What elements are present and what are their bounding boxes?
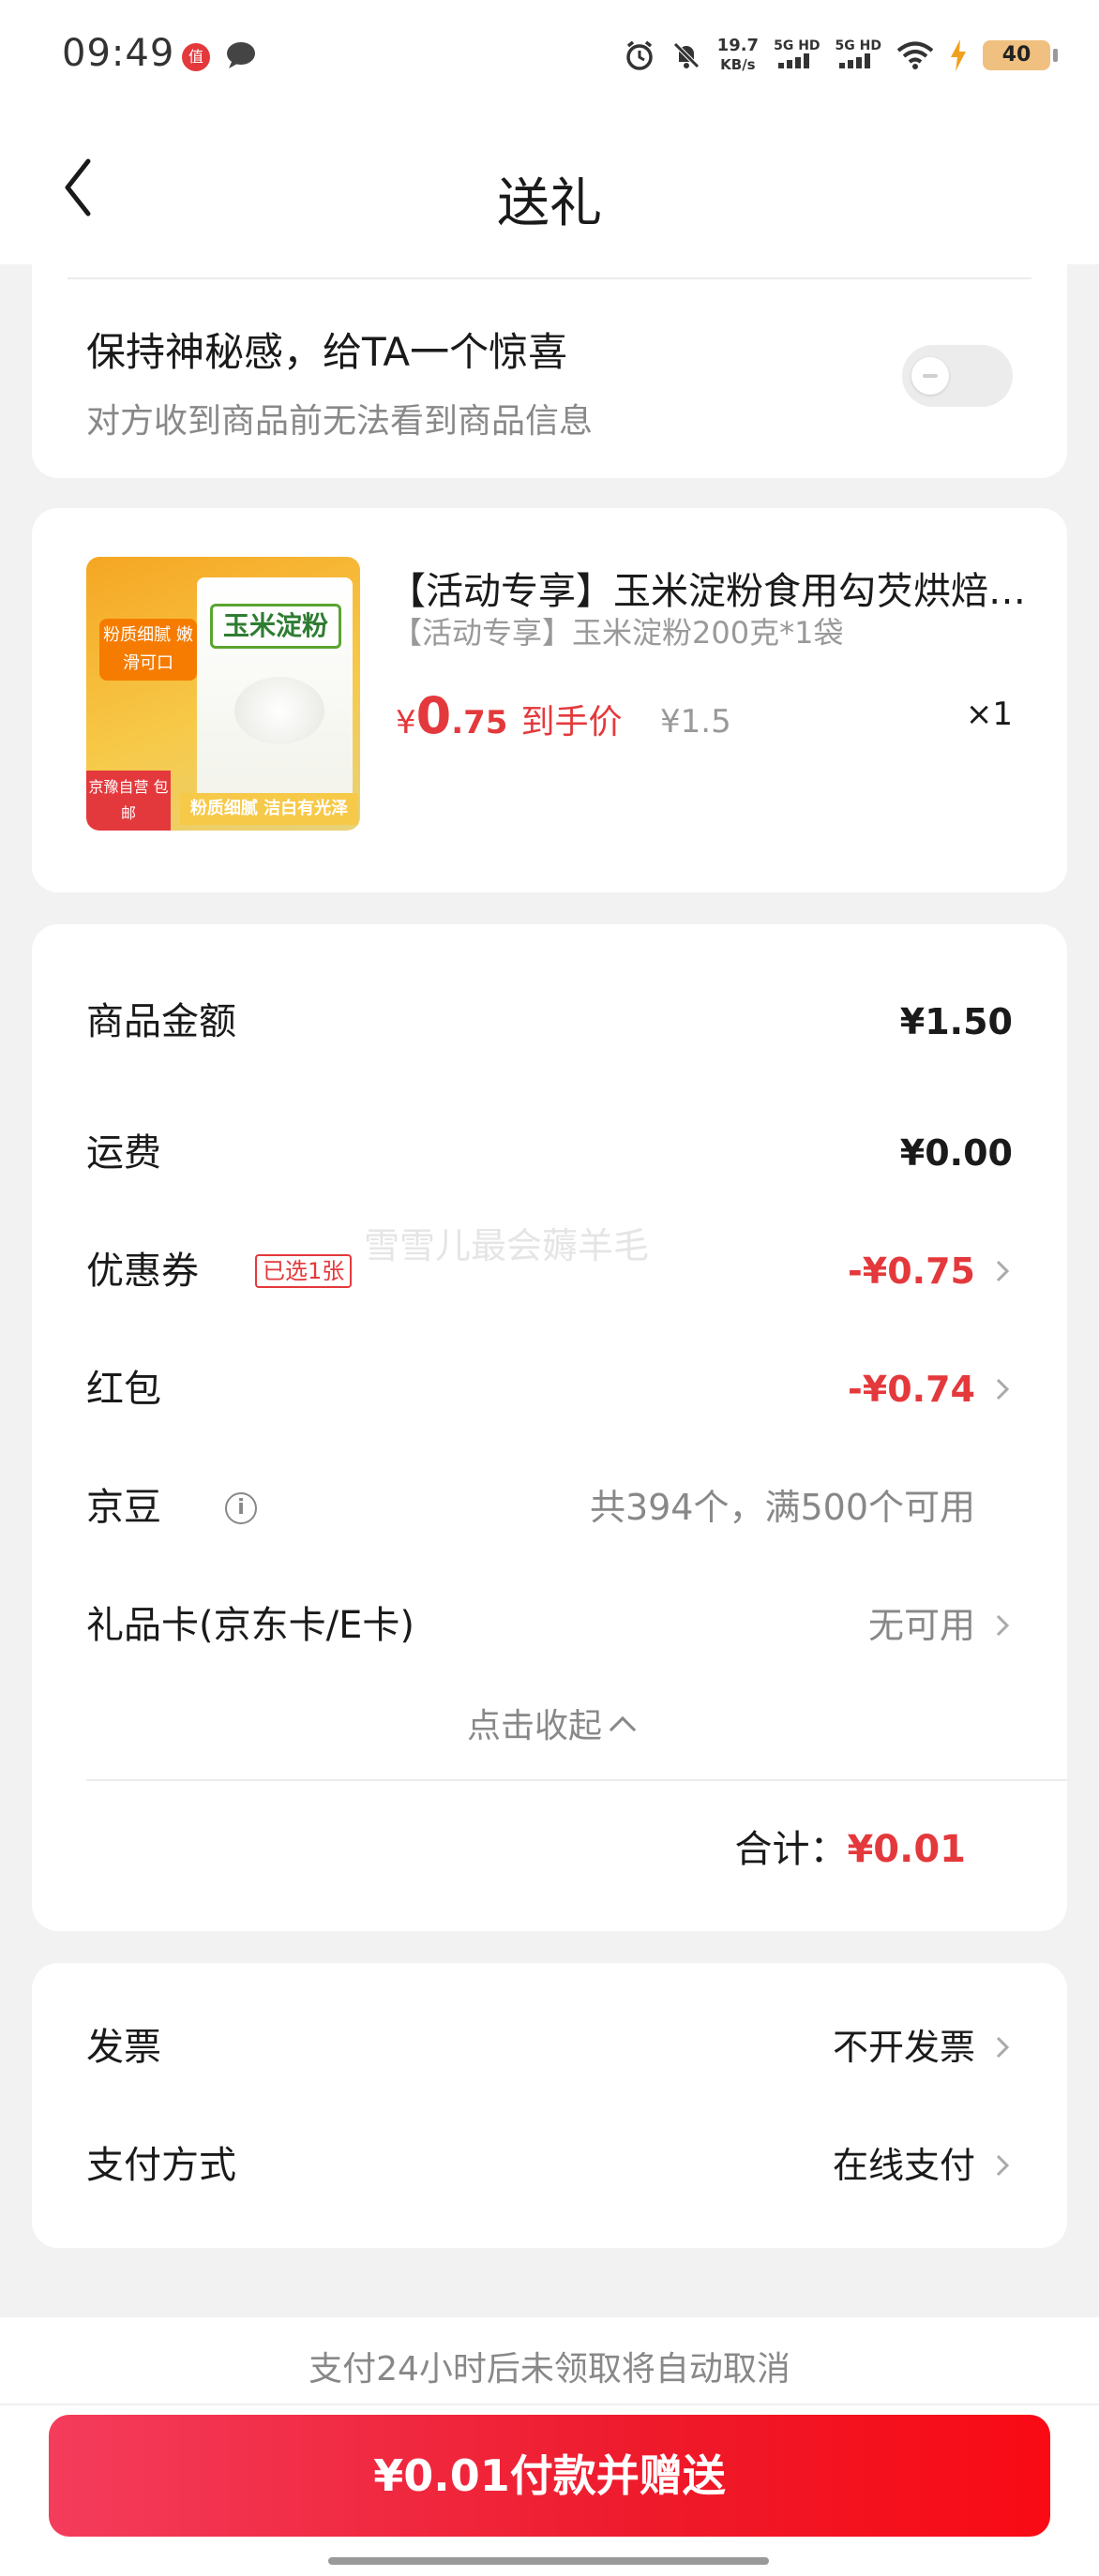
chevron-right-icon (996, 1260, 1010, 1282)
status-right-group: 19.7 KB/s 5G HD 5G HD 40 (624, 32, 1058, 79)
charging-icon (951, 39, 966, 71)
payment-method-row[interactable]: 支付方式 在线支付 (86, 2137, 1013, 2194)
jingdou-label: 京豆 (86, 1486, 161, 1529)
mute-bell-icon (672, 42, 700, 68)
payment-card: 发票 不开发票 支付方式 在线支付 (32, 1963, 1067, 2248)
signal-1-label: 5G HD (774, 38, 820, 53)
price-integer: 0 (415, 686, 452, 745)
chevron-right-icon (996, 2154, 1010, 2177)
header: 送礼 (0, 112, 1099, 264)
mystery-subtitle: 对方收到商品前无法看到商品信息 (86, 402, 594, 441)
price-symbol: ¥ (396, 704, 416, 741)
order-summary-card: 商品金额 ¥1.50 运费 ¥0.00 优惠券 已选1张 -¥0.75 红包 -… (32, 924, 1067, 1931)
giftcard-label: 礼品卡(京东卡/E卡) (86, 1604, 414, 1647)
payment-method-value: 在线支付 (832, 2145, 975, 2186)
collapse-label: 点击收起 (466, 1707, 602, 1745)
invoice-value: 不开发票 (832, 2027, 975, 2068)
total-row: 合计：¥0.01 (734, 1819, 966, 1873)
product-spec: 【活动专享】玉米淀粉200克*1袋 (392, 615, 844, 651)
mystery-toggle[interactable] (902, 345, 1013, 407)
redpacket-label: 红包 (86, 1368, 161, 1411)
net-speed-unit: KB/s (720, 56, 756, 73)
coupon-label: 优惠券 (86, 1250, 199, 1293)
invoice-row[interactable]: 发票 不开发票 (86, 2019, 1013, 2075)
toggle-knob (911, 357, 949, 395)
chevron-right-icon (996, 1378, 1010, 1400)
product-feature-tag: 粉质细腻 嫩滑可口 (99, 619, 197, 681)
jingdou-row: 京豆 i 共394个，满500个可用 (86, 1479, 1013, 1535)
mystery-card: 保持神秘感，给TA一个惊喜 对方收到商品前无法看到商品信息 (32, 264, 1067, 478)
original-price: ¥1.5 (660, 703, 731, 741)
home-indicator[interactable] (328, 2557, 769, 2565)
product-slogan: 粉质细腻 洁白有光泽 (180, 793, 358, 825)
product-price: ¥0.75 到手价 (396, 686, 622, 746)
shipping-label: 运费 (86, 1131, 161, 1175)
signal-bars-icon (839, 53, 871, 68)
giftcard-value: 无可用 (867, 1605, 975, 1646)
watermark: 雪雪儿最会薅羊毛 (364, 1225, 650, 1266)
signal-2-label: 5G HD (835, 38, 881, 53)
info-icon[interactable]: i (225, 1492, 257, 1524)
signal-bars-icon (777, 53, 809, 68)
redpacket-row[interactable]: 红包 -¥0.74 (86, 1361, 1013, 1417)
message-icon (227, 42, 255, 68)
page-title: 送礼 (497, 173, 602, 234)
wifi-icon (896, 41, 934, 69)
coupon-selected-badge: 已选1张 (255, 1254, 353, 1288)
coupon-value: -¥0.75 (848, 1251, 975, 1292)
mystery-title: 保持神秘感，给TA一个惊喜 (86, 329, 568, 375)
chevron-up-icon (609, 1715, 637, 1744)
collapse-toggle[interactable]: 点击收起 (32, 1699, 1067, 1747)
shipping-value: ¥0.00 (899, 1132, 1013, 1174)
product-powder (234, 677, 324, 744)
signal-1: 5G HD (774, 38, 820, 72)
net-speed-value: 19.7 (716, 36, 760, 55)
product-bag-label: 玉米淀粉 (210, 604, 341, 649)
status-time: 09:49 (62, 32, 175, 75)
goods-amount-value: ¥1.50 (899, 1001, 1013, 1042)
app-notification-icon: 值 (182, 43, 210, 71)
net-speed: 19.7 KB/s (717, 37, 759, 74)
invoice-label: 发票 (86, 2026, 161, 2069)
payment-method-label: 支付方式 (86, 2144, 236, 2187)
alarm-icon (625, 40, 653, 70)
battery-icon: 40 (983, 40, 1058, 70)
status-bar: 09:49 值 19.7 KB/s 5G HD 5G HD 40 (0, 0, 1099, 112)
price-decimal: .75 (451, 704, 508, 741)
goods-amount-row: 商品金额 ¥1.50 (86, 994, 1013, 1050)
total-value: ¥0.01 (847, 1828, 966, 1871)
giftcard-row[interactable]: 礼品卡(京东卡/E卡) 无可用 (86, 1597, 1013, 1654)
shipping-row: 运费 ¥0.00 (86, 1125, 1013, 1181)
divider (68, 277, 1031, 279)
divider (86, 1779, 1067, 1781)
chevron-right-icon (996, 1614, 1010, 1637)
product-card[interactable]: 玉米淀粉 粉质细腻 嫩滑可口 京豫自营 包邮 粉质细腻 洁白有光泽 【活动专享】… (32, 508, 1067, 892)
bottom-bar: 支付24小时后未领取将自动取消 ¥0.01付款并赠送 (0, 2317, 1099, 2576)
divider (0, 2404, 1099, 2405)
jingdou-value: 共394个，满500个可用 (589, 1487, 975, 1528)
pay-and-gift-button[interactable]: ¥0.01付款并赠送 (49, 2415, 1050, 2537)
chevron-right-icon (996, 2036, 1010, 2059)
redpacket-value: -¥0.74 (848, 1369, 975, 1410)
product-quantity: ×1 (965, 696, 1013, 733)
product-store-tag: 京豫自营 包邮 (86, 771, 171, 831)
product-title[interactable]: 【活动专享】玉米淀粉食用勾芡烘焙家用 (388, 561, 1030, 615)
product-image[interactable]: 玉米淀粉 粉质细腻 嫩滑可口 京豫自营 包邮 粉质细腻 洁白有光泽 (86, 557, 360, 831)
auto-cancel-notice: 支付24小时后未领取将自动取消 (309, 2350, 790, 2389)
price-label: 到手价 (520, 703, 623, 741)
goods-amount-label: 商品金额 (86, 1000, 236, 1043)
total-label: 合计： (734, 1828, 848, 1871)
signal-2: 5G HD (836, 38, 881, 72)
